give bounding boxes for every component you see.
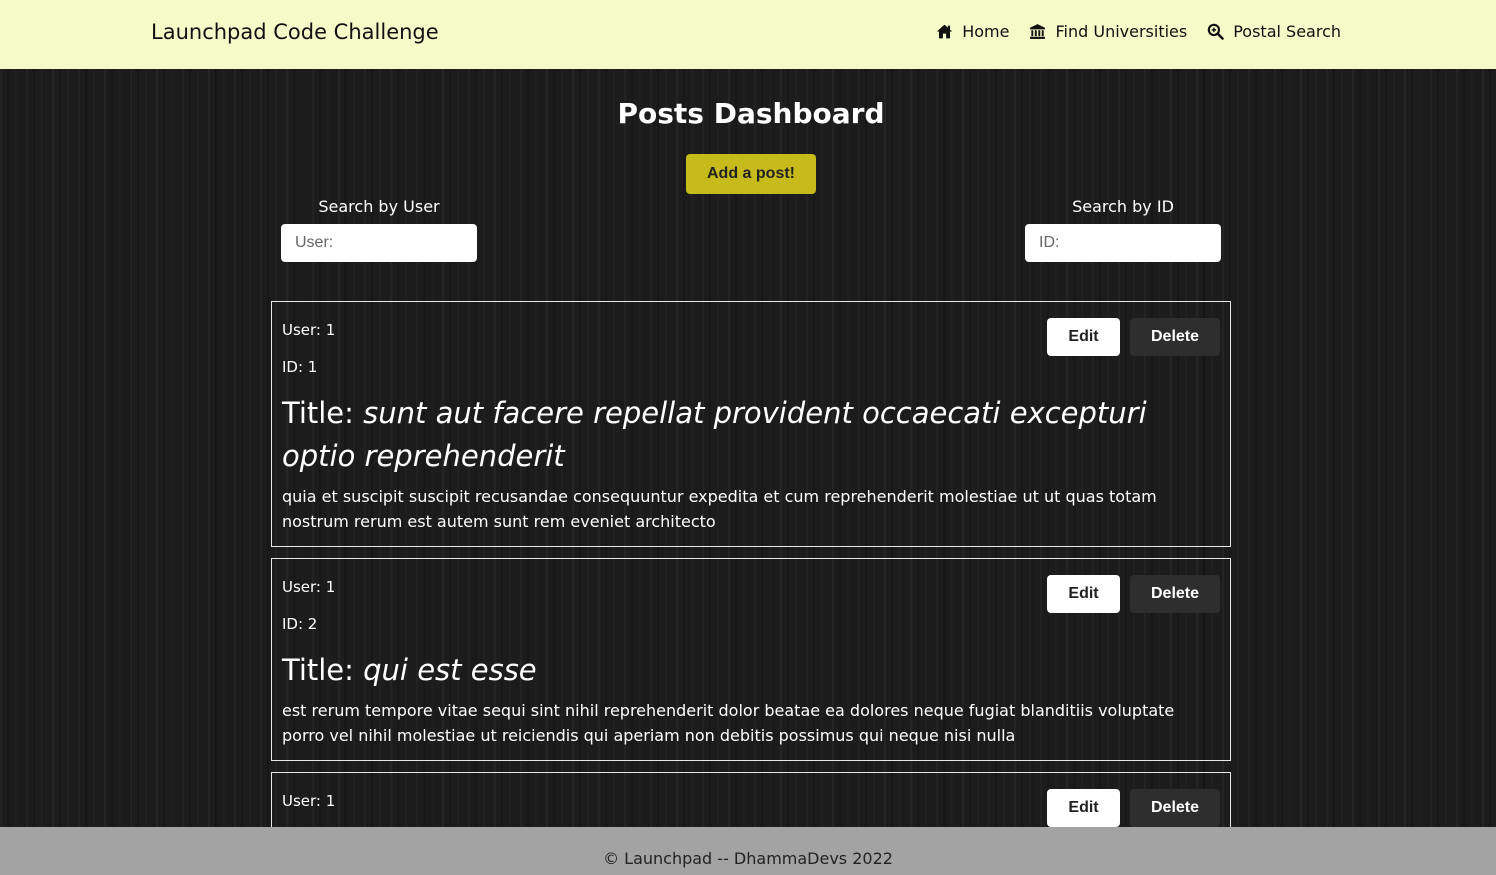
nav-links: Home Find Universities Postal Search: [936, 22, 1341, 41]
post-actions: Edit Delete: [1047, 789, 1220, 827]
edit-post-button[interactable]: Edit: [1047, 789, 1120, 827]
nav-find-universities-link[interactable]: Find Universities: [1029, 22, 1187, 41]
top-navbar: Launchpad Code Challenge Home Find Unive…: [0, 0, 1496, 69]
delete-post-button[interactable]: Delete: [1130, 789, 1220, 827]
footer-copyright: © Launchpad -- DhammaDevs 2022: [603, 849, 893, 868]
home-icon: [936, 23, 953, 40]
add-post-button[interactable]: Add a post!: [686, 154, 816, 194]
nav-home-label: Home: [962, 22, 1010, 41]
delete-post-button[interactable]: Delete: [1130, 318, 1220, 356]
delete-post-button[interactable]: Delete: [1130, 575, 1220, 613]
nav-postal-search-link[interactable]: Postal Search: [1207, 22, 1341, 41]
post-title-prefix: Title:: [282, 396, 364, 430]
nav-find-universities-label: Find Universities: [1055, 22, 1188, 41]
post-id: ID: 2: [282, 615, 318, 633]
search-by-user-group: Search by User: [281, 197, 477, 262]
search-user-input[interactable]: [281, 224, 477, 262]
post-title-text: qui est esse: [363, 653, 537, 687]
post-body: quia et suscipit suscipit recusandae con…: [282, 487, 1157, 531]
search-by-user-label: Search by User: [318, 197, 440, 216]
nav-postal-search-label: Postal Search: [1233, 22, 1341, 41]
search-id-input[interactable]: [1025, 224, 1221, 262]
page-title: Posts Dashboard: [617, 97, 885, 130]
post-actions: Edit Delete: [1047, 575, 1220, 613]
page-footer: © Launchpad -- DhammaDevs 2022: [0, 827, 1496, 875]
post-title-prefix: Title:: [282, 653, 364, 687]
post-title: Title: sunt aut facere repellat providen…: [282, 392, 1220, 478]
post-title-text: sunt aut facere repellat provident occae…: [282, 396, 1147, 473]
brand-title[interactable]: Launchpad Code Challenge: [151, 20, 439, 44]
nav-home-link[interactable]: Home: [936, 22, 1009, 41]
edit-post-button[interactable]: Edit: [1047, 318, 1120, 356]
post-actions: Edit Delete: [1047, 318, 1220, 356]
post-card: Edit Delete User: 1 ID: 2 Title: qui est…: [271, 558, 1231, 761]
search-by-id-label: Search by ID: [1072, 197, 1174, 216]
post-id: ID: 1: [282, 358, 318, 376]
post-body: est rerum tempore vitae sequi sint nihil…: [282, 701, 1175, 745]
zoom-search-icon: [1207, 23, 1225, 40]
search-by-id-group: Search by ID: [1025, 197, 1221, 262]
edit-post-button[interactable]: Edit: [1047, 575, 1120, 613]
bank-icon: [1029, 23, 1046, 40]
posts-list: Edit Delete User: 1 ID: 1 Title: sunt au…: [271, 301, 1231, 875]
post-title: Title: qui est esse: [282, 649, 1220, 692]
post-card: Edit Delete User: 1 ID: 1 Title: sunt au…: [271, 301, 1231, 547]
